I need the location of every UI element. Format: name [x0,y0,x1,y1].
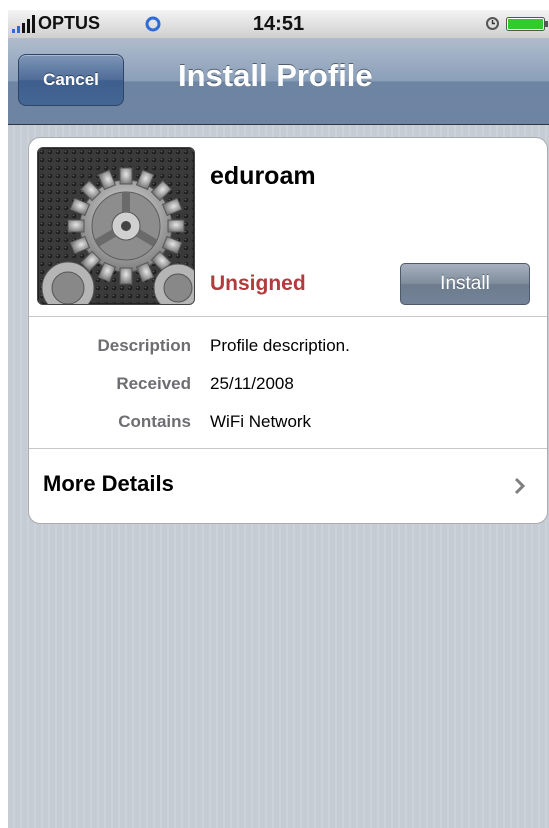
page-title: Install Profile [178,58,373,93]
divider [29,316,547,317]
more-details-label: More Details [43,471,174,496]
battery-icon [506,17,548,31]
detail-label: Contains [118,412,191,431]
profile-name: eduroam [210,162,316,190]
detail-row-contains: Contains WiFi Network [29,412,547,442]
alarm-icon [486,17,499,30]
install-button[interactable]: Install [400,263,530,305]
detail-row-received: Received 25/11/2008 [29,374,547,404]
detail-value: WiFi Network [210,412,312,431]
detail-value: 25/11/2008 [210,374,294,393]
cancel-button[interactable]: Cancel [18,54,124,106]
settings-gears-icon [37,147,195,305]
status-bar: OPTUS 14:51 [8,10,549,38]
chevron-right-icon [514,477,526,495]
unsigned-status: Unsigned [210,272,306,295]
detail-value: Profile description. [210,336,350,355]
screen: OPTUS 14:51 Cancel Install Profile eduro… [8,10,549,828]
detail-row-description: Description Profile description. [29,336,547,366]
navigation-bar: Cancel Install Profile [8,38,549,125]
detail-label: Received [116,374,191,393]
detail-label: Description [97,336,191,355]
status-time: 14:51 [252,13,305,35]
more-details-row[interactable]: More Details [29,449,547,523]
profile-card: eduroam Unsigned Install Description Pro… [28,137,548,524]
